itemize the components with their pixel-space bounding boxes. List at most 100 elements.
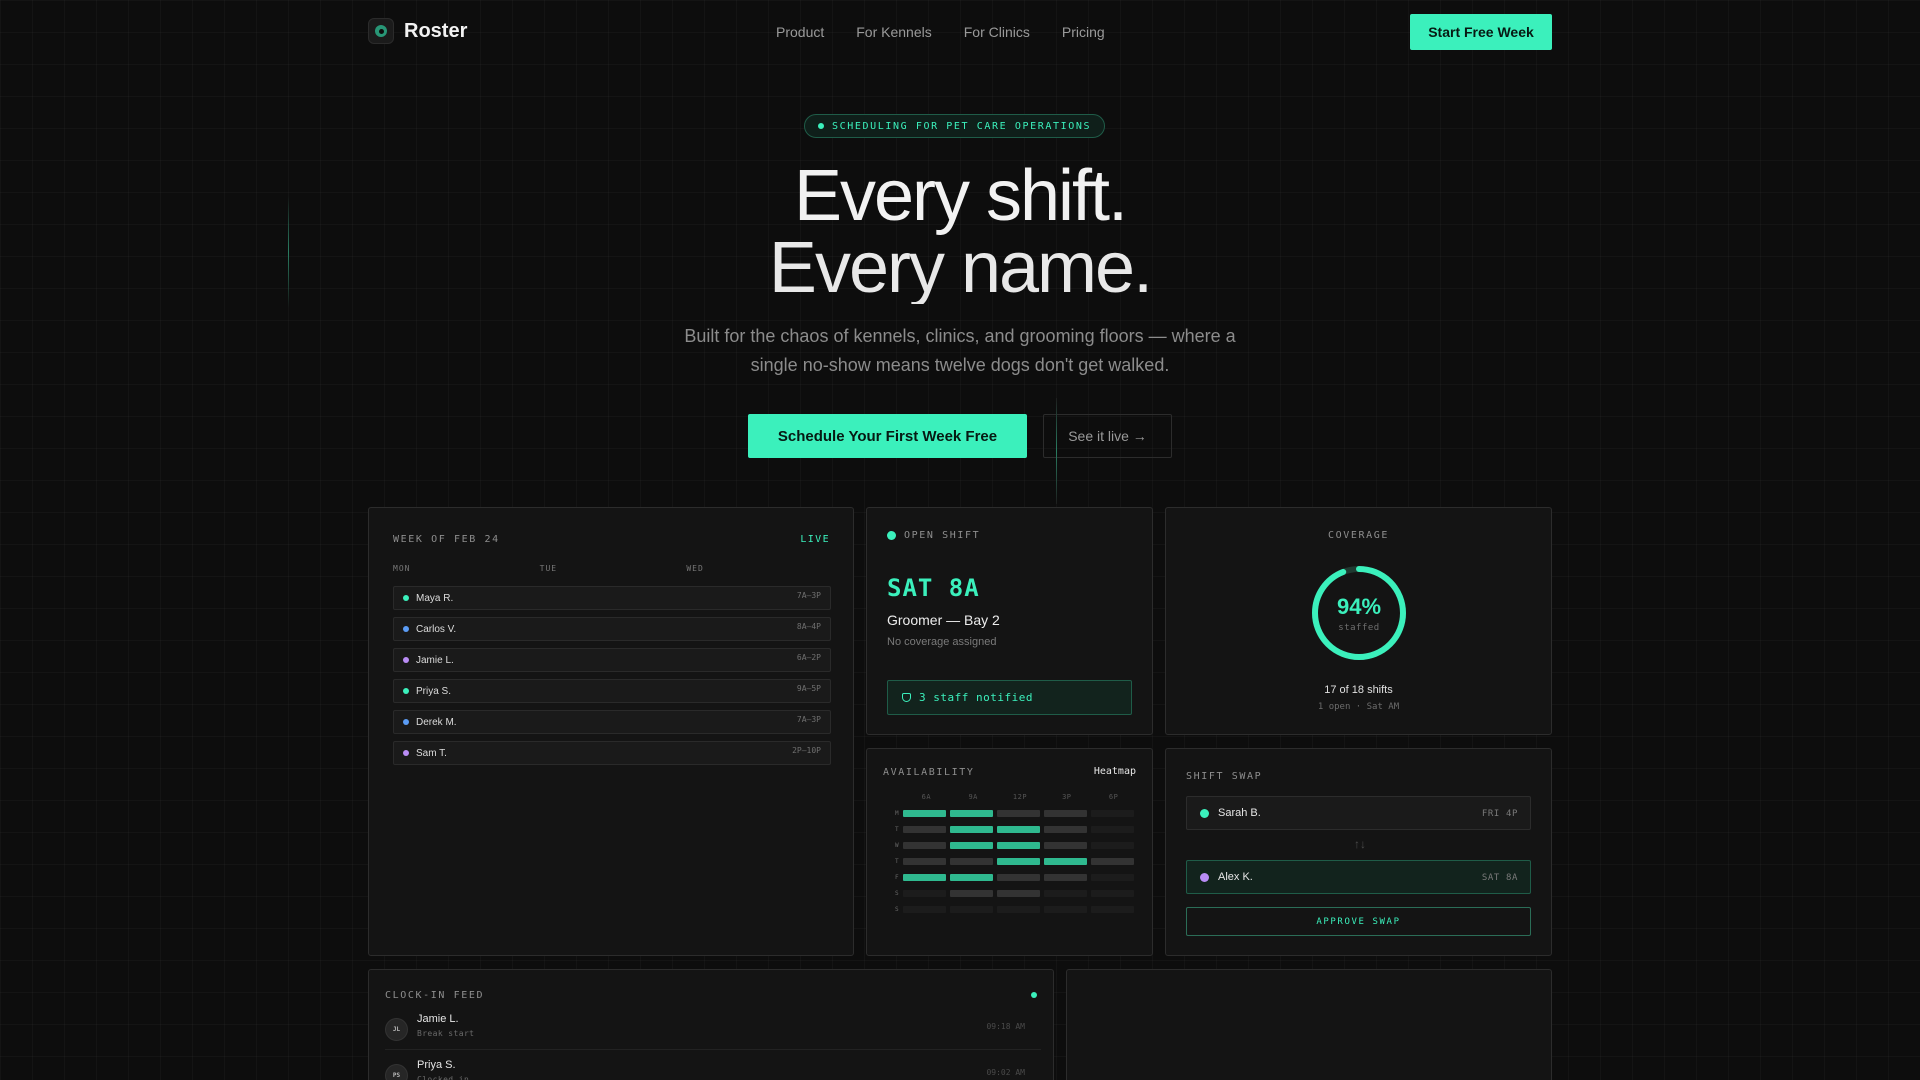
heatmap-cell[interactable] (1044, 810, 1087, 817)
heatmap-cell[interactable] (903, 826, 946, 833)
heatmap-cell[interactable] (950, 826, 993, 833)
heatmap-cell[interactable] (903, 890, 946, 897)
heatmap-cell[interactable] (997, 858, 1040, 865)
open-shift-header: OPEN SHIFT (887, 530, 980, 541)
staff-name: Priya S. (416, 685, 452, 697)
shift-row[interactable]: Priya S. 9A–5P (393, 679, 831, 703)
heatmap-cell[interactable] (997, 842, 1040, 849)
availability-label: AVAILABILITY (883, 767, 975, 778)
nav-link-product[interactable]: Product (776, 24, 824, 40)
heatmap-cell[interactable] (1091, 874, 1134, 881)
swap-to-name: Alex K. (1218, 871, 1253, 883)
approve-swap-button[interactable]: APPROVE SWAP (1186, 907, 1531, 936)
shift-swap-card: SHIFT SWAP Sarah B. FRI 4P ↑↓ Alex K. SA… (1165, 748, 1552, 956)
swap-from-row[interactable]: Sarah B. FRI 4P (1186, 796, 1531, 830)
day-header: WED (686, 564, 704, 573)
heatmap-column-label: 12P (1012, 793, 1028, 801)
shift-row[interactable]: Jamie L. 6A–2P (393, 648, 831, 672)
decorative-line (1056, 398, 1057, 504)
heatmap-columns: 6A 9A 12P 3P 6P (903, 793, 1137, 801)
day-header: MON (393, 564, 411, 573)
start-free-week-button[interactable]: Start Free Week (1410, 14, 1552, 50)
heatmap-row: S (883, 890, 1138, 897)
open-shift-card: OPEN SHIFT SAT 8A Groomer — Bay 2 No cov… (866, 507, 1153, 735)
heatmap-cell[interactable] (950, 890, 993, 897)
nav-link-pricing[interactable]: Pricing (1062, 24, 1105, 40)
staff-notified-banner[interactable]: 3 staff notified (887, 680, 1132, 715)
heatmap-row: S (883, 906, 1138, 913)
heatmap-cell[interactable] (997, 826, 1040, 833)
heatmap-cell[interactable] (1091, 826, 1134, 833)
heatmap-cell[interactable] (903, 874, 946, 881)
heatmap-cell[interactable] (950, 906, 993, 913)
swap-to-row[interactable]: Alex K. SAT 8A (1186, 860, 1531, 894)
heatmap-cell[interactable] (1091, 810, 1134, 817)
see-it-live-button[interactable]: See it live → (1043, 414, 1172, 458)
feed-item[interactable]: PS Priya S. Clocked in 09:02 AM (385, 1056, 1041, 1080)
heatmap-cell[interactable] (997, 810, 1040, 817)
heatmap-cell[interactable] (1044, 906, 1087, 913)
shift-row[interactable]: Carlos V. 8A–4P (393, 617, 831, 641)
heatmap-cell[interactable] (997, 874, 1040, 881)
heatmap-cell[interactable] (950, 874, 993, 881)
heatmap-cell[interactable] (1044, 826, 1087, 833)
heatmap-cell[interactable] (903, 842, 946, 849)
heatmap-column-label: 6P (1108, 793, 1119, 801)
staff-dot-icon (403, 719, 409, 725)
hero-badge: SCHEDULING FOR PET CARE OPERATIONS (804, 114, 1106, 138)
hero-title-line-2: Every name. (560, 232, 1360, 304)
swap-arrows-icon: ↑↓ (1354, 837, 1366, 851)
open-shift-slot: SAT 8A (887, 574, 980, 602)
feed-staff-name: Priya S. (417, 1059, 456, 1071)
logo-icon (368, 18, 394, 44)
heatmap-cell[interactable] (903, 810, 946, 817)
shift-time: 8A–4P (796, 622, 821, 631)
heatmap-cell[interactable] (1044, 858, 1087, 865)
brand-logo[interactable]: Roster (368, 18, 467, 44)
shift-time: 2P–10P (792, 746, 821, 755)
hero-title-line-1: Every shift. (793, 156, 1128, 236)
feed-item[interactable]: JL Jamie L. Break start 09:18 AM (385, 1010, 1041, 1050)
staff-dot-icon (403, 750, 409, 756)
nav-link-for-kennels[interactable]: For Kennels (856, 24, 931, 40)
shift-swap-label: SHIFT SWAP (1186, 771, 1263, 782)
week-label: WEEK OF FEB 24 (393, 534, 500, 545)
staff-name: Derek M. (416, 716, 457, 728)
heatmap-row: W (883, 842, 1138, 849)
heatmap-cell[interactable] (1091, 842, 1134, 849)
heatmap-cell[interactable] (950, 858, 993, 865)
hero-subtitle: Built for the chaos of kennels, clinics,… (660, 322, 1260, 380)
heatmap-cell[interactable] (997, 890, 1040, 897)
feed-staff-name: Jamie L. (417, 1013, 459, 1025)
feed-time: 09:18 AM (986, 1022, 1025, 1031)
schedule-first-week-button[interactable]: Schedule Your First Week Free (748, 414, 1027, 458)
week-schedule-card: WEEK OF FEB 24 LIVE MON TUE WED Maya R. 7… (368, 507, 854, 956)
heatmap-tab[interactable]: Heatmap (1094, 766, 1136, 777)
brand-name: Roster (404, 19, 468, 42)
nav-links: Product For Kennels For Clinics Pricing (776, 24, 1105, 40)
heatmap-cell[interactable] (950, 810, 993, 817)
heatmap-cell[interactable] (1091, 890, 1134, 897)
heatmap-row: F (883, 874, 1138, 881)
shift-time: 7A–3P (796, 591, 821, 600)
heatmap-day-label: M (895, 810, 899, 817)
nav-link-for-clinics[interactable]: For Clinics (964, 24, 1030, 40)
heatmap-cell[interactable] (903, 906, 946, 913)
heatmap-row: T (883, 826, 1138, 833)
shift-row[interactable]: Sam T. 2P–10P (393, 741, 831, 765)
heatmap-column-label: 6A (921, 793, 932, 801)
shift-row[interactable]: Maya R. 7A–3P (393, 586, 831, 610)
heatmap-cell[interactable] (1044, 890, 1087, 897)
heatmap-cell[interactable] (903, 858, 946, 865)
shift-row[interactable]: Derek M. 7A–3P (393, 710, 831, 734)
heatmap-cell[interactable] (1044, 874, 1087, 881)
heatmap-cell[interactable] (1091, 906, 1134, 913)
coverage-label: COVERAGE (1328, 530, 1389, 541)
heatmap-day-label: T (895, 858, 899, 865)
heatmap-cell[interactable] (997, 906, 1040, 913)
staff-name: Sam T. (416, 747, 447, 759)
hero-subtitle-line-1: Built for the chaos of kennels, clinics,… (684, 326, 1236, 346)
heatmap-cell[interactable] (950, 842, 993, 849)
heatmap-cell[interactable] (1044, 842, 1087, 849)
heatmap-cell[interactable] (1091, 858, 1134, 865)
